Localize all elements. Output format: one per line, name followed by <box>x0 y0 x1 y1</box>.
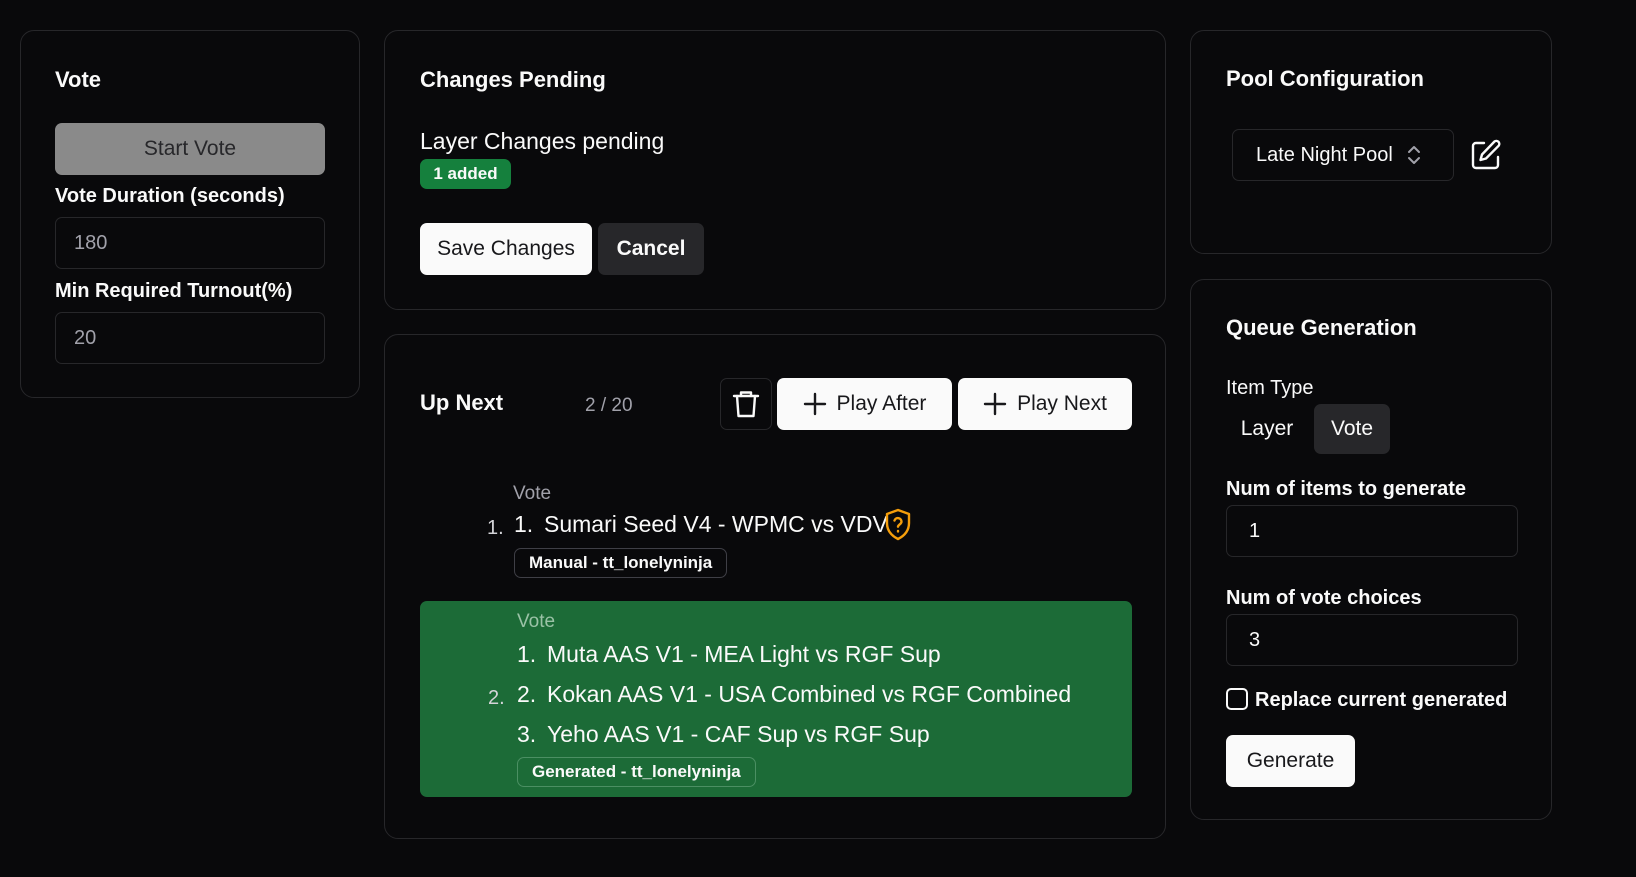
play-after-button[interactable]: Play After <box>777 378 952 430</box>
vote-choice: 1. Sumari Seed V4 - WPMC vs VDV <box>514 511 888 537</box>
edit-icon[interactable] <box>1466 135 1506 175</box>
item-type-vote-option[interactable]: Vote <box>1314 404 1390 454</box>
shield-question-icon[interactable] <box>883 508 913 542</box>
pool-select[interactable]: Late Night Pool <box>1232 129 1454 181</box>
num-items-label: Num of items to generate <box>1226 478 1467 500</box>
changes-pending-title: Changes Pending <box>420 67 606 92</box>
play-after-label: Play After <box>836 392 927 415</box>
save-changes-button[interactable]: Save Changes <box>420 223 592 275</box>
vote-duration-input[interactable]: 180 <box>55 217 325 269</box>
min-turnout-label: Min Required Turnout(%) <box>55 280 293 302</box>
plus-icon <box>983 392 1007 416</box>
num-choices-label: Num of vote choices <box>1226 587 1422 609</box>
up-next-title: Up Next <box>420 390 504 415</box>
queue-count: 2 / 20 <box>585 395 633 416</box>
vote-choice: 1. Muta AAS V1 - MEA Light vs RGF Sup <box>517 641 941 667</box>
item-order-number: 2. <box>488 687 505 709</box>
num-items-input[interactable]: 1 <box>1226 505 1518 557</box>
queue-item[interactable]: Vote 1. 1. Sumari Seed V4 - WPMC vs VDV M… <box>420 475 1132 585</box>
vote-duration-label: Vote Duration (seconds) <box>55 185 285 207</box>
generate-button[interactable]: Generate <box>1226 735 1355 787</box>
up-next-card: Up Next 2 / 20 Play After Play Next Vote… <box>384 334 1166 839</box>
plus-icon <box>803 392 827 416</box>
num-choices-input[interactable]: 3 <box>1226 614 1518 666</box>
item-order-number: 1. <box>487 517 504 539</box>
play-next-label: Play Next <box>1017 392 1107 415</box>
vote-choice: 3. Yeho AAS V1 - CAF Sup vs RGF Sup <box>517 721 930 747</box>
trash-icon <box>732 389 760 419</box>
item-type-layer-option[interactable]: Layer <box>1226 404 1308 454</box>
changes-pending-card: Changes Pending Layer Changes pending 1 … <box>384 30 1166 310</box>
layer-changes-text: Layer Changes pending <box>420 128 665 154</box>
cancel-button[interactable]: Cancel <box>598 223 704 275</box>
clear-queue-button[interactable] <box>720 378 772 430</box>
vote-choice: 2. Kokan AAS V1 - USA Combined vs RGF Com… <box>517 681 1072 707</box>
pool-configuration-title: Pool Configuration <box>1226 66 1424 91</box>
replace-generated-label[interactable]: Replace current generated <box>1255 689 1507 712</box>
added-count-badge: 1 added <box>420 159 511 189</box>
pool-select-value: Late Night Pool <box>1256 143 1393 166</box>
queue-generation-title: Queue Generation <box>1226 315 1417 340</box>
source-tag: Manual - tt_lonelyninja <box>514 548 728 578</box>
start-vote-button[interactable]: Start Vote <box>55 123 325 175</box>
item-type-label: Vote <box>517 611 556 632</box>
min-turnout-input[interactable]: 20 <box>55 312 325 364</box>
replace-generated-checkbox[interactable] <box>1226 688 1248 710</box>
queue-generation-card: Queue Generation Item Type Layer Vote Nu… <box>1190 279 1552 820</box>
item-type-label: Vote <box>513 483 552 504</box>
chevrons-up-down-icon <box>1407 144 1421 166</box>
source-tag: Generated - tt_lonelyninja <box>517 757 756 787</box>
pool-configuration-card: Pool Configuration Late Night Pool <box>1190 30 1552 254</box>
play-next-button[interactable]: Play Next <box>958 378 1132 430</box>
vote-card: Vote Start Vote Vote Duration (seconds) … <box>20 30 360 398</box>
vote-title: Vote <box>55 67 102 92</box>
queue-item-highlighted[interactable]: Vote 1. Muta AAS V1 - MEA Light vs RGF Su… <box>420 601 1132 797</box>
item-type-label: Item Type <box>1226 377 1314 399</box>
